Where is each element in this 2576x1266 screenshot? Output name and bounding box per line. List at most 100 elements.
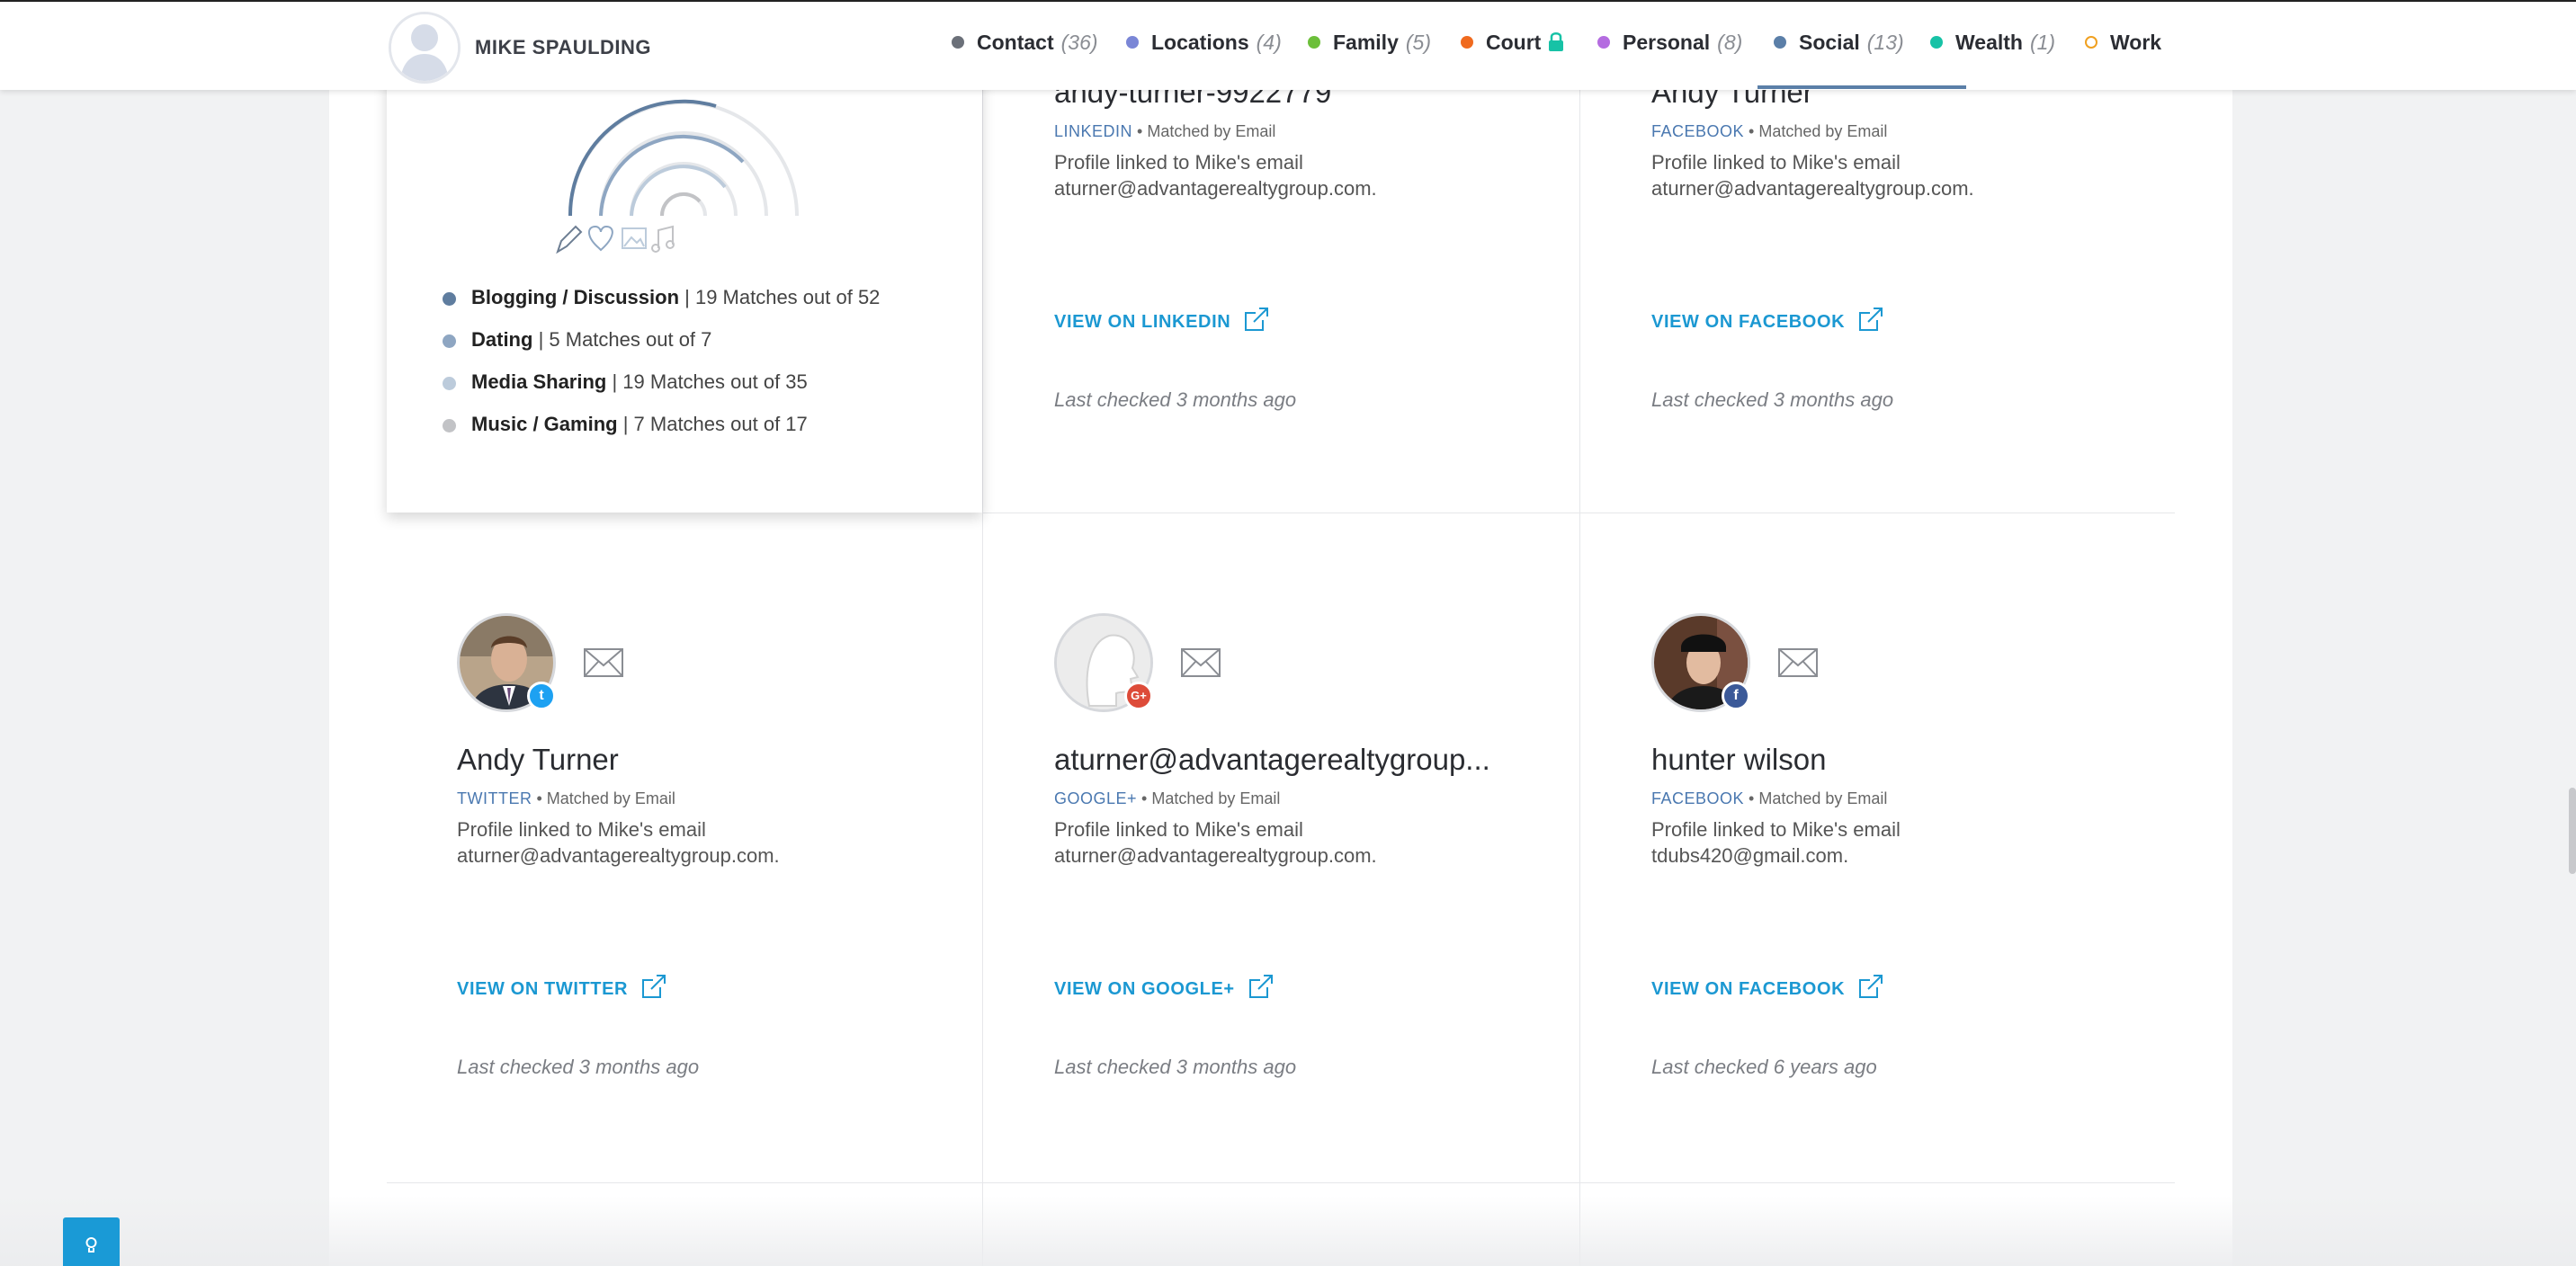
tab-social[interactable]: Social (13) (1774, 31, 1904, 55)
external-link-icon (642, 975, 666, 998)
list-item: Dating | 5 Matches out of 7 (443, 328, 880, 370)
tab-label: Work (2110, 31, 2162, 54)
tab-wealth[interactable]: Wealth (1) (1930, 31, 2055, 55)
view-on-google-plus-link[interactable]: VIEW ON GOOGLE+ (1054, 973, 1275, 1000)
tab-count: (4) (1256, 31, 1282, 54)
result-source: FACEBOOK (1651, 789, 1745, 807)
tab-personal[interactable]: Personal (8) (1597, 31, 1742, 55)
lightbulb-icon (85, 1237, 97, 1253)
category-name: Dating (471, 328, 533, 351)
result-meta: LINKEDIN • Matched by Email (1054, 122, 1275, 141)
meta-separator: • (1132, 122, 1148, 140)
tab-label: Personal (1623, 31, 1711, 54)
result-source: LINKEDIN (1054, 122, 1133, 140)
result-match-type: Matched by Email (1758, 789, 1888, 807)
contact-dot (952, 36, 964, 49)
tab-label: Court (1486, 31, 1542, 54)
tab-label: Social (1799, 31, 1860, 54)
view-on-facebook-link[interactable]: VIEW ON FACEBOOK (1651, 306, 1884, 333)
avatar (389, 12, 461, 84)
help-button[interactable] (63, 1217, 120, 1266)
result-description: Profile linked to Mike's email aturner@ad… (457, 816, 780, 869)
tab-work[interactable]: Work (2085, 31, 2161, 55)
link-label: VIEW ON FACEBOOK (1651, 979, 1846, 999)
link-label: VIEW ON FACEBOOK (1651, 312, 1846, 332)
tab-label: Contact (977, 31, 1054, 54)
person-name: MIKE SPAULDING (475, 36, 652, 58)
external-link-icon (1248, 975, 1273, 998)
result-meta: GOOGLE+ • Matched by Email (1054, 789, 1280, 808)
description-line: aturner@advantagerealtygroup.com. (1054, 844, 1377, 867)
last-checked: Last checked 3 months ago (1651, 388, 1894, 411)
social-categories-chart-icon (556, 99, 799, 254)
external-link-icon (1245, 308, 1269, 331)
email-icon[interactable] (1777, 647, 1819, 678)
court-dot (1461, 36, 1473, 49)
category-name: Media Sharing (471, 370, 607, 393)
result-source: FACEBOOK (1651, 122, 1745, 140)
last-checked: Last checked 3 months ago (1054, 1056, 1297, 1078)
tab-label: Family (1333, 31, 1399, 54)
tab-count: (8) (1717, 31, 1743, 54)
tab-count: (13) (1866, 31, 1904, 54)
tab-court[interactable]: Court (1461, 31, 1564, 55)
tab-count: (36) (1060, 31, 1098, 54)
list-item: Music / Gaming | 7 Matches out of 17 (443, 413, 880, 455)
tab-contact[interactable]: Contact (36) (952, 31, 1098, 55)
category-dot (443, 334, 456, 348)
meta-separator: • (1744, 789, 1759, 807)
meta-separator: • (532, 789, 547, 807)
work-dot (2085, 36, 2097, 49)
scrollbar-thumb[interactable] (2569, 788, 2576, 874)
result-source: TWITTER (457, 789, 532, 807)
result-meta: FACEBOOK • Matched by Email (1651, 122, 1887, 141)
category-name: Blogging / Discussion (471, 286, 680, 308)
description-line: Profile linked to Mike's email (1651, 818, 1901, 841)
result-match-type: Matched by Email (1147, 122, 1276, 140)
link-label: VIEW ON LINKEDIN (1054, 312, 1231, 332)
description-line: Profile linked to Mike's email (457, 818, 706, 841)
link-label: VIEW ON GOOGLE+ (1054, 979, 1235, 999)
result-meta: TWITTER • Matched by Email (457, 789, 675, 808)
tab-count: (1) (2029, 31, 2056, 54)
result-match-type: Matched by Email (546, 789, 675, 807)
external-link-icon (1859, 975, 1883, 998)
category-detail: | 19 Matches out of 35 (606, 370, 808, 393)
last-checked: Last checked 3 months ago (457, 1056, 700, 1078)
list-item: Media Sharing | 19 Matches out of 35 (443, 370, 880, 413)
view-on-facebook-link[interactable]: VIEW ON FACEBOOK (1651, 973, 1884, 1000)
category-name: Music / Gaming (471, 413, 618, 435)
tab-locations[interactable]: Locations (4) (1126, 31, 1282, 55)
twitter-icon: t (527, 682, 556, 710)
view-on-twitter-link[interactable]: VIEW ON TWITTER (457, 973, 667, 1000)
result-description: Profile linked to Mike's email aturner@ad… (1054, 149, 1377, 201)
tab-family[interactable]: Family (5) (1308, 31, 1431, 55)
category-detail: | 5 Matches out of 7 (532, 328, 712, 351)
family-dot (1308, 36, 1320, 49)
external-link-icon (1859, 308, 1883, 331)
description-line: aturner@advantagerealtygroup.com. (1054, 177, 1377, 200)
grid-divider (1579, 90, 1580, 1266)
personal-dot (1597, 36, 1610, 49)
result-meta: FACEBOOK • Matched by Email (1651, 789, 1887, 808)
category-detail: | 7 Matches out of 17 (617, 413, 808, 435)
view-on-linkedin-link[interactable]: VIEW ON LINKEDIN (1054, 306, 1270, 333)
locations-dot (1126, 36, 1139, 49)
result-match-type: Matched by Email (1758, 122, 1888, 140)
category-detail: | 19 Matches out of 52 (679, 286, 881, 308)
tab-label: Wealth (1955, 31, 2023, 54)
active-tab-indicator (1758, 85, 1966, 89)
email-icon[interactable] (583, 647, 624, 678)
email-icon[interactable] (1180, 647, 1221, 678)
tab-count: (5) (1405, 31, 1431, 54)
meta-separator: • (1137, 789, 1152, 807)
social-category-list: Blogging / Discussion | 19 Matches out o… (443, 286, 880, 455)
result-description: Profile linked to Mike's email tdubs420@g… (1651, 816, 1901, 869)
result-description: Profile linked to Mike's email aturner@ad… (1054, 816, 1377, 869)
meta-separator: • (1744, 122, 1759, 140)
lock-icon (1549, 32, 1564, 51)
description-line: tdubs420@gmail.com. (1651, 844, 1849, 867)
result-match-type: Matched by Email (1151, 789, 1281, 807)
category-dot (443, 419, 456, 432)
list-item: Blogging / Discussion | 19 Matches out o… (443, 286, 880, 328)
